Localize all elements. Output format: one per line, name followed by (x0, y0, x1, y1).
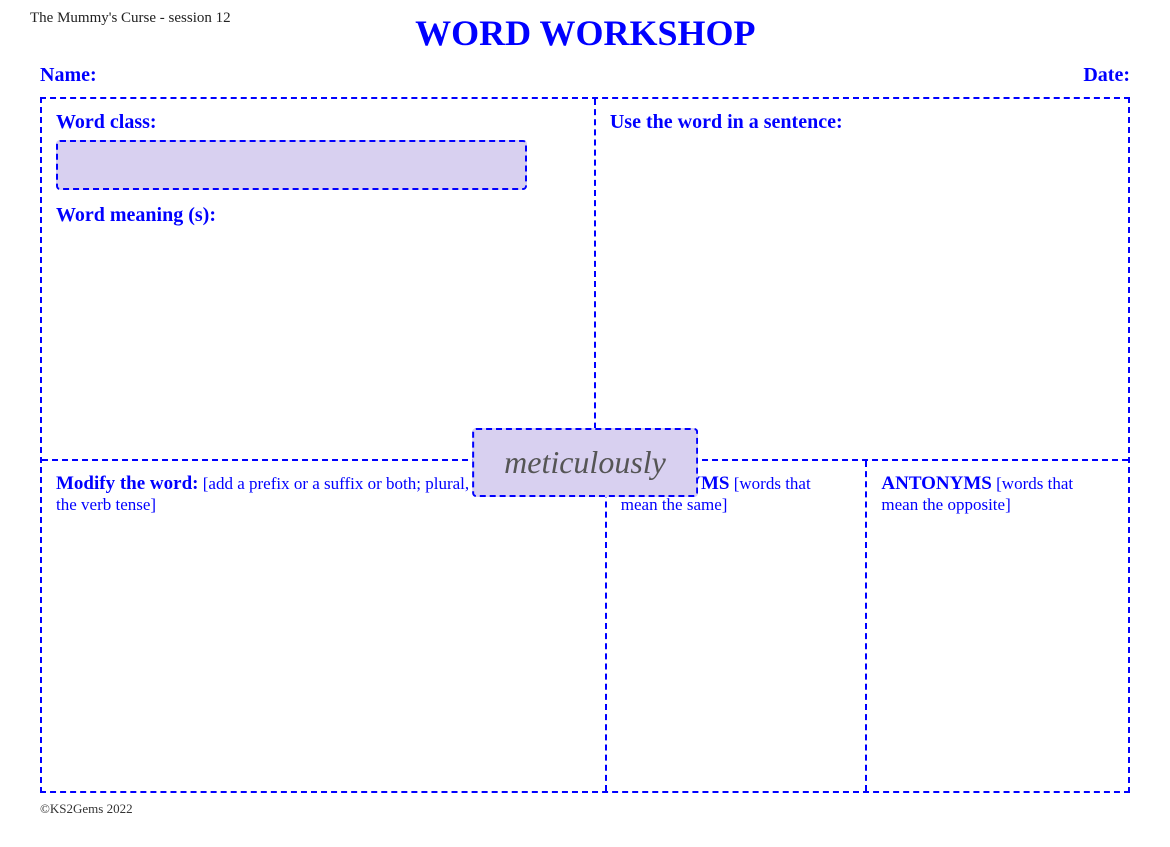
featured-word-container: meticulously (472, 428, 698, 497)
copyright: ©KS2Gems 2022 (40, 801, 133, 816)
featured-word: meticulously (472, 428, 698, 497)
synonyms-column: SYNONYMS [words that mean the same] (607, 461, 868, 791)
left-panel: Word class: Word meaning (s): (42, 99, 596, 459)
word-class-box[interactable] (56, 140, 527, 190)
use-word-label: Use the word in a sentence: (610, 111, 1114, 134)
main-grid: Word class: Word meaning (s): Use the wo… (40, 97, 1130, 793)
bottom-section: Modify the word: [add a prefix or a suff… (42, 461, 1128, 791)
date-label: Date: (1083, 64, 1130, 87)
antonyms-column: ANTONYMS [words that mean the opposite] (867, 461, 1128, 791)
session-title: The Mummy's Curse - session 12 (30, 10, 231, 27)
antonyms-label-bold: ANTONYMS (881, 473, 992, 494)
name-date-row: Name: Date: (30, 58, 1140, 97)
word-class-label: Word class: (56, 111, 580, 134)
name-label: Name: (40, 64, 97, 87)
word-meaning-label: Word meaning (s): (56, 204, 580, 227)
modify-column: Modify the word: [add a prefix or a suff… (42, 461, 607, 791)
right-panel: Use the word in a sentence: (596, 99, 1128, 459)
modify-label-bold: Modify the word: (56, 473, 198, 494)
antonyms-label: ANTONYMS [words that mean the opposite] (881, 473, 1114, 515)
footer: ©KS2Gems 2022 (30, 801, 1140, 817)
top-section: Word class: Word meaning (s): Use the wo… (42, 99, 1128, 461)
page-title: WORD WORKSHOP (231, 12, 940, 54)
